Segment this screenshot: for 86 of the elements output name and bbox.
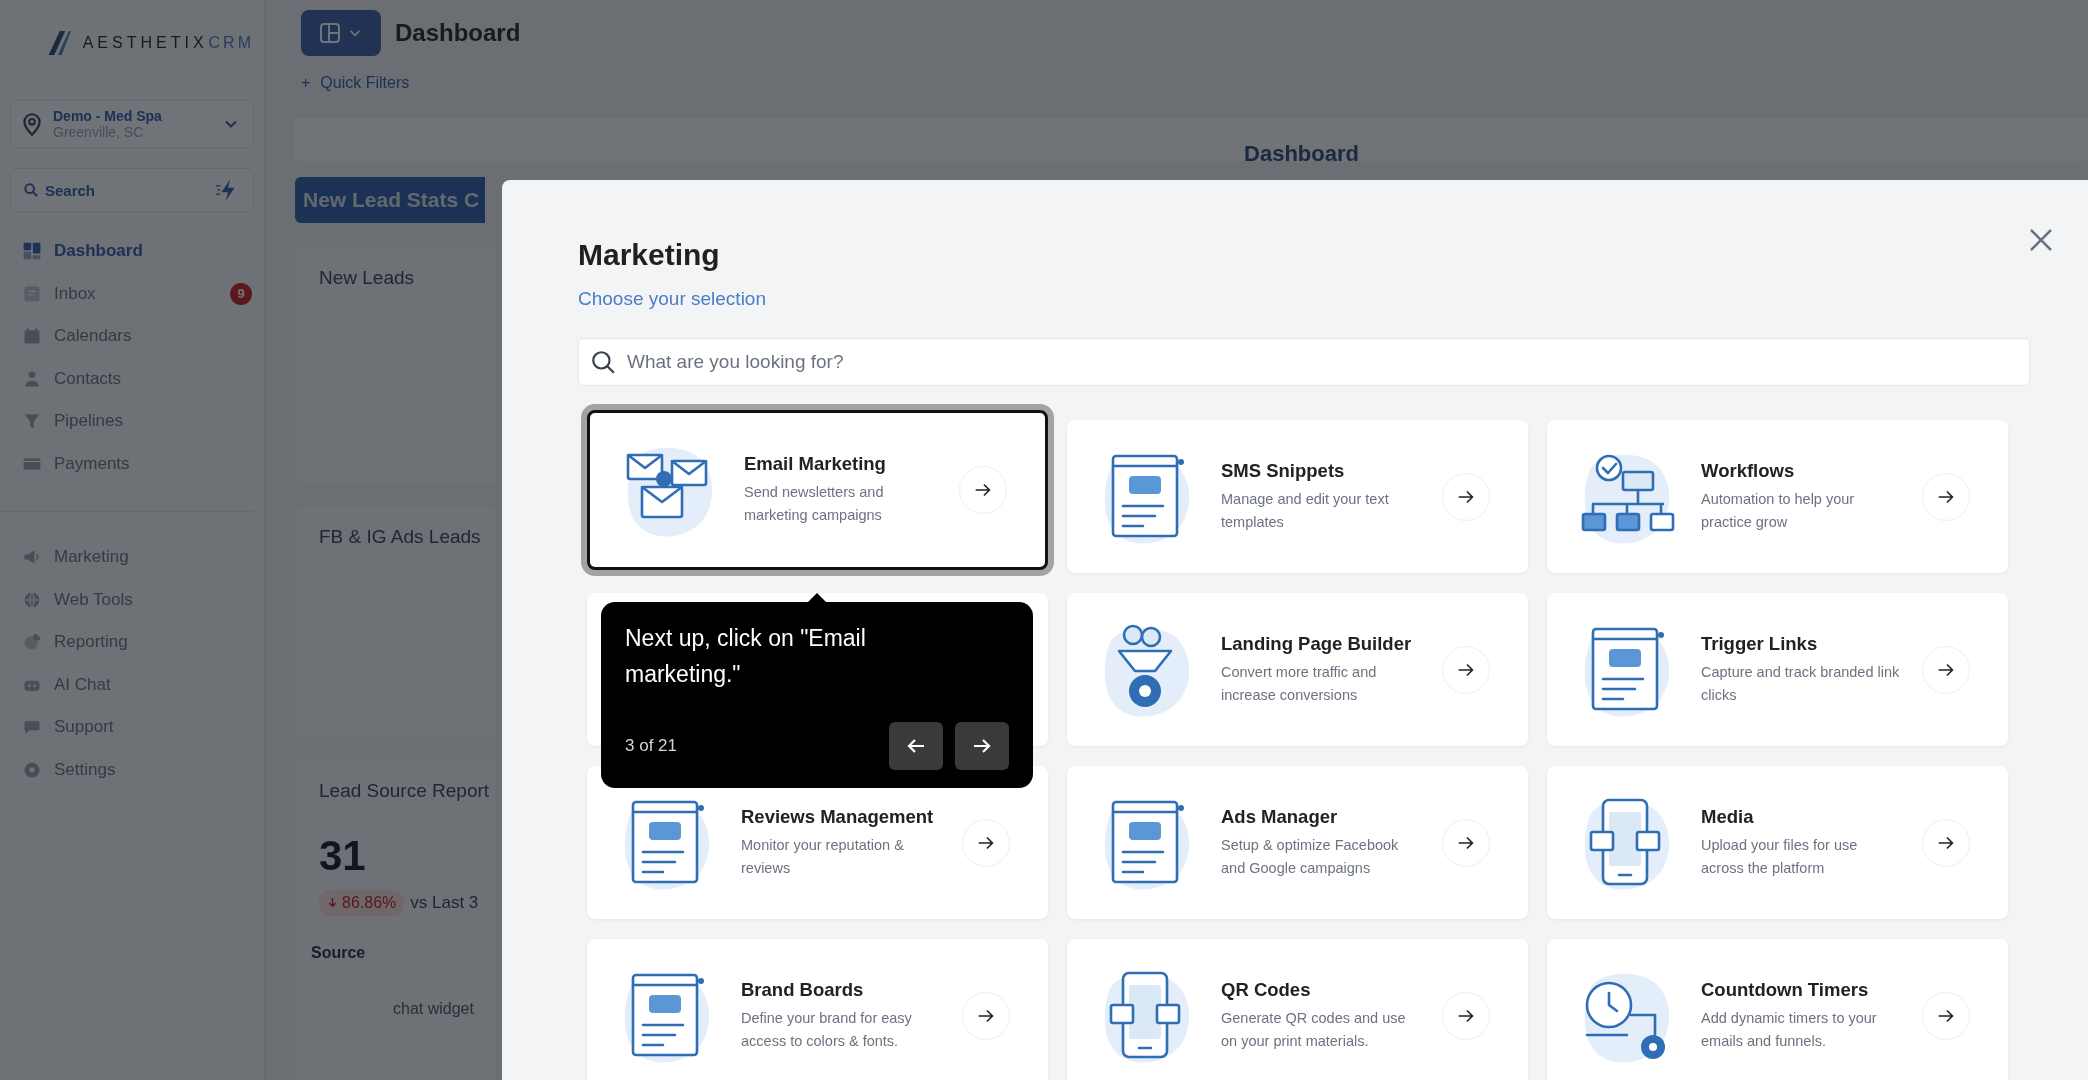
comparison-text: vs Last 3 <box>410 893 479 913</box>
column-header: Source <box>311 944 367 962</box>
service-card[interactable]: QR Codes Generate QR codes and use on your print materials. <box>1067 939 1528 1080</box>
widget-title: FB & IG Ads Leads <box>319 526 482 548</box>
widget-title: Lead Source Report <box>319 780 491 802</box>
card-description: Manage and edit your text templates <box>1221 489 1390 532</box>
arrow-down-icon <box>327 897 338 909</box>
service-card[interactable]: Workflows Automation to help your practice grow <box>1547 420 2008 573</box>
logo-text: AESTHETIX <box>82 34 208 52</box>
arrow-button[interactable] <box>1442 645 1490 694</box>
logo-accent-text: CRM <box>208 34 254 52</box>
nav-item[interactable]: Reporting <box>22 621 254 664</box>
card-description: Send newsletters and marketing campaigns <box>744 483 885 525</box>
widget-title: New Leads <box>319 267 416 289</box>
card-title: Email Marketing <box>744 453 887 475</box>
plus-icon: + <box>301 74 311 93</box>
card-title: Countdown Timers <box>1701 978 1870 1001</box>
step-counter: 3 of 21 <box>625 736 677 756</box>
card-description: Convert more traffic and increase conversions <box>1221 662 1378 705</box>
card-title: Landing Page Builder <box>1221 632 1413 655</box>
nav-item[interactable]: AI Chat <box>22 663 254 706</box>
arrow-button[interactable] <box>1442 472 1490 521</box>
card-title: Brand Boards <box>741 978 865 1001</box>
dialog-title: Marketing <box>578 238 720 272</box>
service-card[interactable]: Ads Manager Setup & optimize Facebook and Google campaigns <box>1067 766 1528 919</box>
nav-item[interactable]: Calendars <box>22 315 254 358</box>
arrow-button[interactable] <box>962 818 1010 867</box>
page-title: Dashboard <box>395 19 521 48</box>
lead-stats-button[interactable]: New Lead Stats C <box>295 177 486 223</box>
nav-item[interactable]: Pipelines <box>22 400 254 443</box>
tooltip-text: Next up, click on "Email marketing." <box>625 624 867 689</box>
card-description: Monitor your reputation & reviews <box>741 835 905 878</box>
service-card[interactable]: Trigger Links Capture and track branded link clicks <box>1547 593 2008 746</box>
service-card[interactable]: Media Upload your files for use across the platform <box>1547 766 2008 919</box>
card-description: Upload your files for use across the platform <box>1701 835 1859 878</box>
card-title: Trigger Links <box>1701 632 1819 655</box>
nav-item[interactable]: Web Tools <box>22 578 254 621</box>
nav-item[interactable]: Dashboard <box>22 230 254 273</box>
card-description: Capture and track branded link clicks <box>1701 662 1901 705</box>
card-title: QR Codes <box>1221 978 1312 1001</box>
dialog-subtitle: Choose your selection <box>578 288 766 310</box>
arrow-button[interactable] <box>1922 645 1970 694</box>
nav-item[interactable]: Settings <box>22 748 254 791</box>
card-description: Define your brand for easy access to colors & fonts. <box>741 1008 913 1051</box>
nav-item[interactable]: Support <box>22 706 254 749</box>
arrow-button[interactable] <box>1922 818 1970 867</box>
arrow-button[interactable] <box>962 991 1010 1040</box>
nav-item[interactable]: Contacts <box>22 357 254 400</box>
service-card[interactable]: Landing Page Builder Convert more traffic and increase conversions <box>1067 593 1528 746</box>
arrow-button[interactable] <box>959 466 1007 514</box>
search-icon <box>590 349 616 375</box>
globe-icon <box>22 589 42 610</box>
service-card[interactable]: Countdown Timers Add dynamic timers to your emails and funnels. <box>1547 939 2008 1080</box>
count-badge: 9 <box>230 282 252 305</box>
service-card[interactable]: SMS Snippets Manage and edit your text templates <box>1067 420 1528 573</box>
arrow-button[interactable] <box>1922 472 1970 521</box>
location-name: Demo - Med Spa <box>53 108 163 124</box>
search-icon <box>23 182 39 198</box>
calendar-icon <box>22 326 42 347</box>
card-title: Media <box>1701 805 1755 828</box>
card-title: SMS Snippets <box>1221 459 1346 482</box>
service-card[interactable]: Brand Boards Define your brand for easy access to colors & fonts. <box>587 939 1048 1080</box>
nav-item[interactable]: Payments <box>22 442 254 485</box>
search-field[interactable]: Search <box>10 168 254 212</box>
card-description: Setup & optimize Facebook and Google campaigns <box>1221 835 1400 878</box>
nav-item[interactable]: Marketing <box>22 536 254 579</box>
change-badge: 86.86% <box>319 890 405 916</box>
layout-menu-button[interactable] <box>301 10 381 57</box>
layout-icon <box>318 21 342 46</box>
next-button[interactable] <box>955 722 1009 770</box>
card-description: Automation to help your practice grow <box>1701 489 1856 532</box>
card-description: Generate QR codes and use on your print materials. <box>1221 1008 1407 1051</box>
total-value: 31 <box>319 832 367 880</box>
previous-button[interactable] <box>889 722 943 770</box>
search-field[interactable]: What are you looking for? <box>578 338 2030 386</box>
card-title: Ads Manager <box>1221 805 1339 828</box>
quick-filters-link[interactable]: Quick Filters <box>320 74 410 93</box>
dashboard-title: Dashboard <box>1244 141 1359 167</box>
table-cell-text: chat widget <box>393 1000 475 1018</box>
nav-item[interactable]: Inbox 9 <box>22 272 254 315</box>
card-title: Reviews Management <box>741 805 935 828</box>
arrow-button[interactable] <box>1922 991 1970 1040</box>
card-title: Workflows <box>1701 459 1796 482</box>
arrow-button[interactable] <box>1442 818 1490 867</box>
arrow-button[interactable] <box>1442 991 1490 1040</box>
card-description: Add dynamic timers to your emails and funnels. <box>1701 1008 1878 1051</box>
